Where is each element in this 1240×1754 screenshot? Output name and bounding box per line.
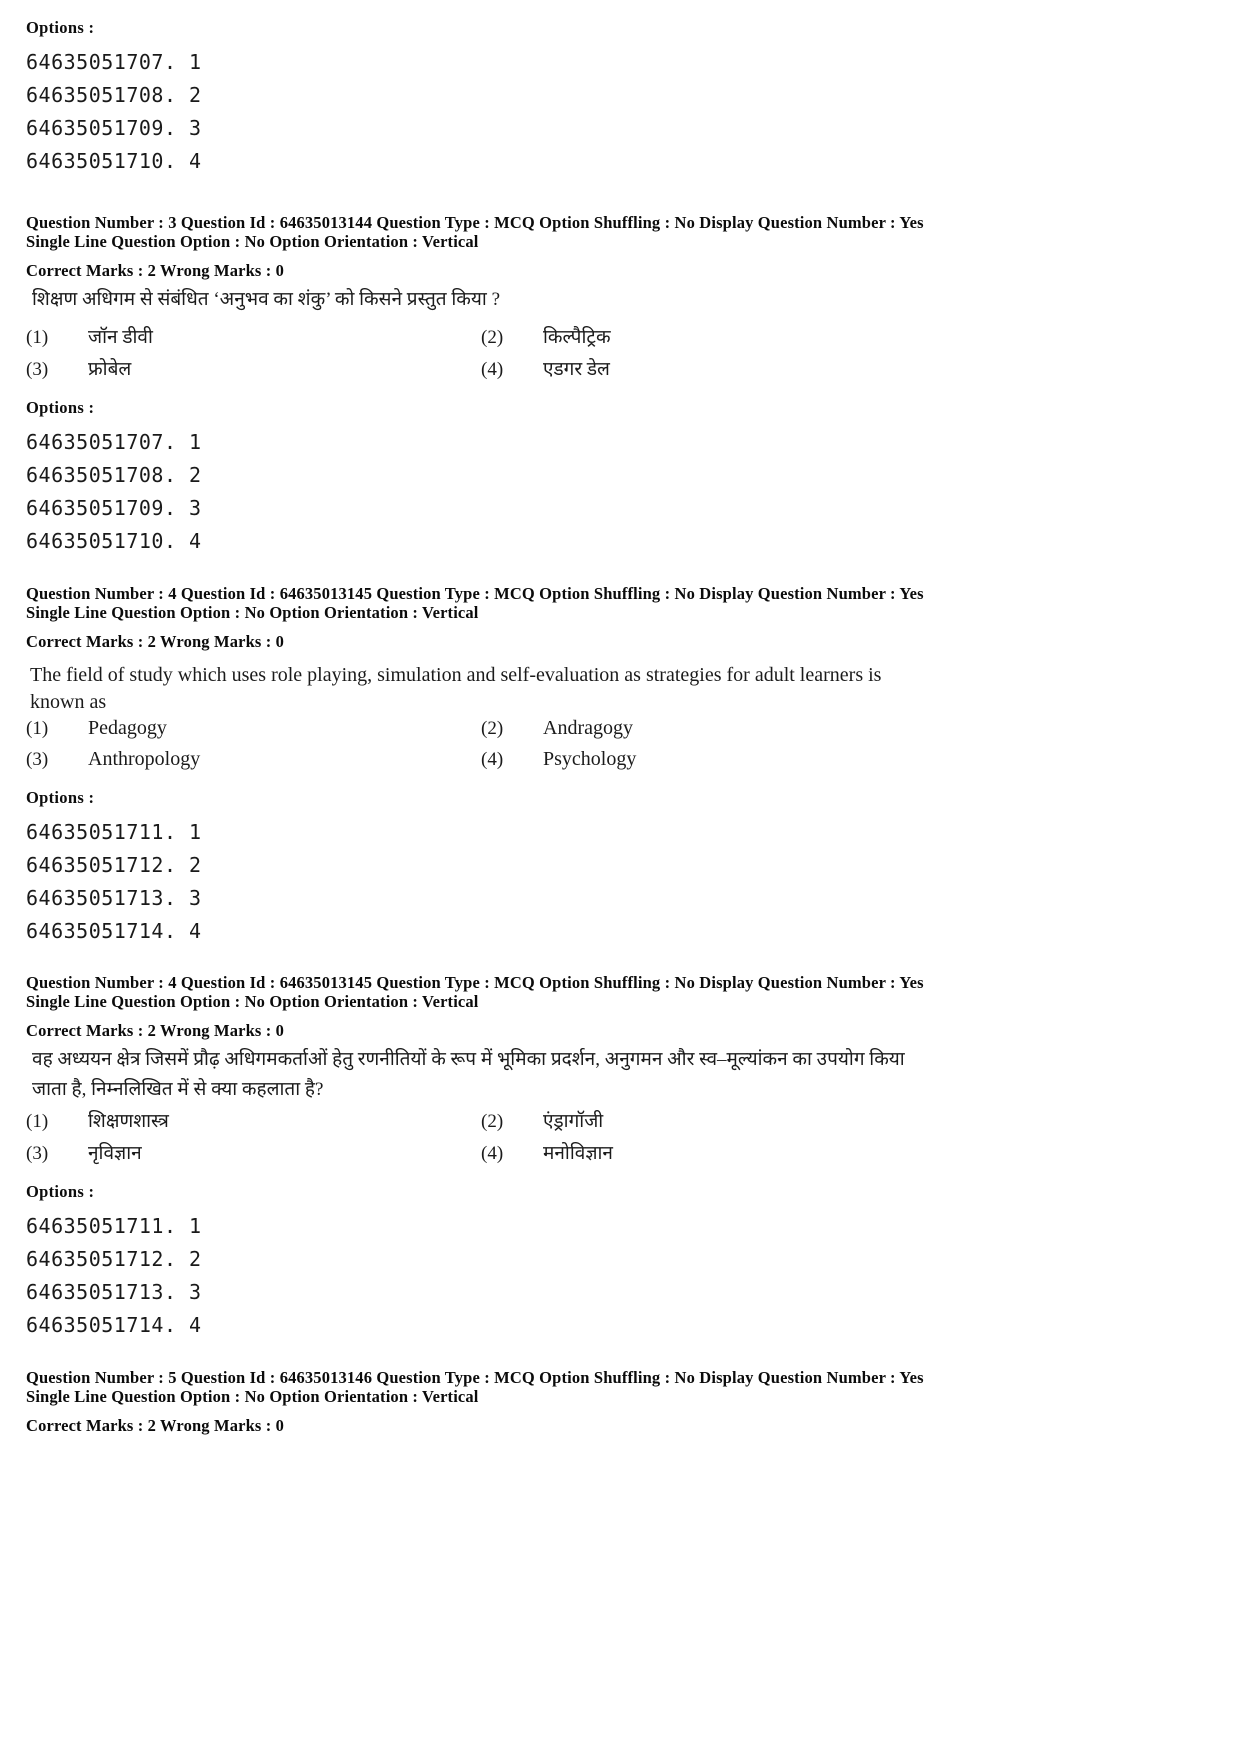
option-id-row: 64635051709. 3	[26, 116, 202, 140]
question-body: The field of study which uses role playi…	[30, 664, 882, 713]
answer-option-number: (4)	[481, 359, 504, 380]
answer-options-row: (3) Anthropology (4) Psychology	[26, 744, 926, 775]
options-label: Options :	[26, 398, 95, 417]
options-block-4-hi: Options : 64635051711. 1 64635051712. 2 …	[26, 1182, 202, 1342]
answer-options-row: (3) फ्रोबेल (4) एडगर डेल	[26, 354, 926, 386]
answer-option: (1) शिक्षणशास्त्र	[26, 1106, 481, 1138]
answer-option-number: (1)	[26, 1111, 49, 1132]
option-id-row: 64635051711. 1	[26, 1214, 202, 1238]
question-meta-line-1: Question Number : 3 Question Id : 646350…	[26, 213, 924, 232]
answer-options-4-en: (1) Pedagogy (2) Andragogy (3) Anthropol…	[26, 713, 926, 775]
answer-option-label: Anthropology	[88, 748, 201, 770]
answer-option-label: मनोविज्ञान	[543, 1143, 613, 1164]
option-id-row: 64635051707. 1	[26, 430, 202, 454]
answer-option-number: (3)	[26, 359, 49, 380]
answer-option: (1) Pedagogy	[26, 713, 481, 744]
question-block-4-en: Question Number : 4 Question Id : 646350…	[26, 584, 924, 652]
answer-option-label: Pedagogy	[88, 717, 167, 739]
question-body: वह अध्ययन क्षेत्र जिसमें प्रौढ़ अधिगमकर्…	[32, 1049, 905, 1100]
question-marks-line: Correct Marks : 2 Wrong Marks : 0	[26, 632, 285, 651]
question-meta-line-1: Question Number : 4 Question Id : 646350…	[26, 584, 924, 603]
question-body: शिक्षण अधिगम से संबंधित ‘अनुभव का शंकु’ …	[32, 289, 501, 310]
option-id-row: 64635051713. 3	[26, 886, 202, 910]
answer-option-label: एंड्रागॉजी	[543, 1111, 604, 1132]
answer-option-label: नृविज्ञान	[88, 1143, 142, 1164]
options-label: Options :	[26, 1182, 95, 1201]
question-meta-line-2: Single Line Question Option : No Option …	[26, 992, 479, 1011]
answer-option-number: (1)	[26, 718, 49, 739]
answer-options-row: (3) नृविज्ञान (4) मनोविज्ञान	[26, 1138, 926, 1170]
question-marks-line: Correct Marks : 2 Wrong Marks : 0	[26, 1416, 285, 1435]
question-block-5: Question Number : 5 Question Id : 646350…	[26, 1368, 924, 1436]
question-meta-line-2: Single Line Question Option : No Option …	[26, 603, 479, 622]
answer-option-label: एडगर डेल	[543, 359, 610, 380]
answer-option-number: (2)	[481, 1111, 504, 1132]
answer-option-label: जॉन डीवी	[88, 327, 153, 348]
answer-option-label: शिक्षणशास्त्र	[88, 1111, 169, 1132]
option-id-row: 64635051713. 3	[26, 1280, 202, 1304]
answer-options-4-hi: (1) शिक्षणशास्त्र (2) एंड्रागॉजी (3) नृव…	[26, 1106, 926, 1170]
answer-option: (4) एडगर डेल	[481, 354, 926, 386]
option-id-row: 64635051709. 3	[26, 496, 202, 520]
answer-option-label: Psychology	[543, 748, 637, 770]
option-id-row: 64635051712. 2	[26, 853, 202, 877]
option-id-row: 64635051712. 2	[26, 1247, 202, 1271]
answer-option-label: किल्पैट्रिक	[543, 327, 611, 348]
question-meta-line-2: Single Line Question Option : No Option …	[26, 232, 479, 251]
answer-option-number: (1)	[26, 327, 49, 348]
options-block-4-en: Options : 64635051711. 1 64635051712. 2 …	[26, 788, 202, 948]
options-block-3: Options : 64635051707. 1 64635051708. 2 …	[26, 398, 202, 558]
answer-option: (3) फ्रोबेल	[26, 354, 481, 386]
question-text-4-hi: वह अध्ययन क्षेत्र जिसमें प्रौढ़ अधिगमकर्…	[32, 1045, 932, 1105]
question-marks-line: Correct Marks : 2 Wrong Marks : 0	[26, 261, 285, 280]
answer-option: (2) किल्पैट्रिक	[481, 322, 926, 354]
answer-option-label: Andragogy	[543, 717, 633, 739]
document-page: Options : 64635051707. 1 64635051708. 2 …	[0, 0, 1240, 1754]
option-id-row: 64635051711. 1	[26, 820, 202, 844]
question-block-3: Question Number : 3 Question Id : 646350…	[26, 213, 924, 281]
question-meta-line-2: Single Line Question Option : No Option …	[26, 1387, 479, 1406]
answer-option-number: (2)	[481, 718, 504, 739]
option-id-row: 64635051708. 2	[26, 83, 202, 107]
option-id-row: 64635051708. 2	[26, 463, 202, 487]
answer-option-number: (2)	[481, 327, 504, 348]
options-label: Options :	[26, 788, 95, 807]
question-meta-line-1: Question Number : 4 Question Id : 646350…	[26, 973, 924, 992]
answer-option: (4) Psychology	[481, 744, 926, 775]
question-text-4-en: The field of study which uses role playi…	[30, 662, 910, 716]
answer-option-number: (4)	[481, 749, 504, 770]
options-block-top: Options : 64635051707. 1 64635051708. 2 …	[26, 18, 202, 178]
answer-option: (2) Andragogy	[481, 713, 926, 744]
question-block-4-hi: Question Number : 4 Question Id : 646350…	[26, 973, 924, 1041]
answer-options-row: (1) शिक्षणशास्त्र (2) एंड्रागॉजी	[26, 1106, 926, 1138]
answer-option: (1) जॉन डीवी	[26, 322, 481, 354]
answer-option-number: (3)	[26, 749, 49, 770]
answer-option: (3) Anthropology	[26, 744, 481, 775]
question-marks-line: Correct Marks : 2 Wrong Marks : 0	[26, 1021, 285, 1040]
options-label: Options :	[26, 18, 95, 37]
answer-options-row: (1) Pedagogy (2) Andragogy	[26, 713, 926, 744]
answer-options-3: (1) जॉन डीवी (2) किल्पैट्रिक (3) फ्रोबेल…	[26, 322, 926, 386]
answer-option: (3) नृविज्ञान	[26, 1138, 481, 1170]
option-id-row: 64635051714. 4	[26, 919, 202, 943]
answer-option: (4) मनोविज्ञान	[481, 1138, 926, 1170]
question-meta-line-1: Question Number : 5 Question Id : 646350…	[26, 1368, 924, 1387]
question-text-3: शिक्षण अधिगम से संबंधित ‘अनुभव का शंकु’ …	[32, 285, 932, 315]
option-id-row: 64635051710. 4	[26, 529, 202, 553]
answer-option: (2) एंड्रागॉजी	[481, 1106, 926, 1138]
answer-option-number: (3)	[26, 1143, 49, 1164]
option-id-row: 64635051707. 1	[26, 50, 202, 74]
answer-options-row: (1) जॉन डीवी (2) किल्पैट्रिक	[26, 322, 926, 354]
option-id-row: 64635051714. 4	[26, 1313, 202, 1337]
answer-option-number: (4)	[481, 1143, 504, 1164]
answer-option-label: फ्रोबेल	[88, 359, 132, 380]
option-id-row: 64635051710. 4	[26, 149, 202, 173]
